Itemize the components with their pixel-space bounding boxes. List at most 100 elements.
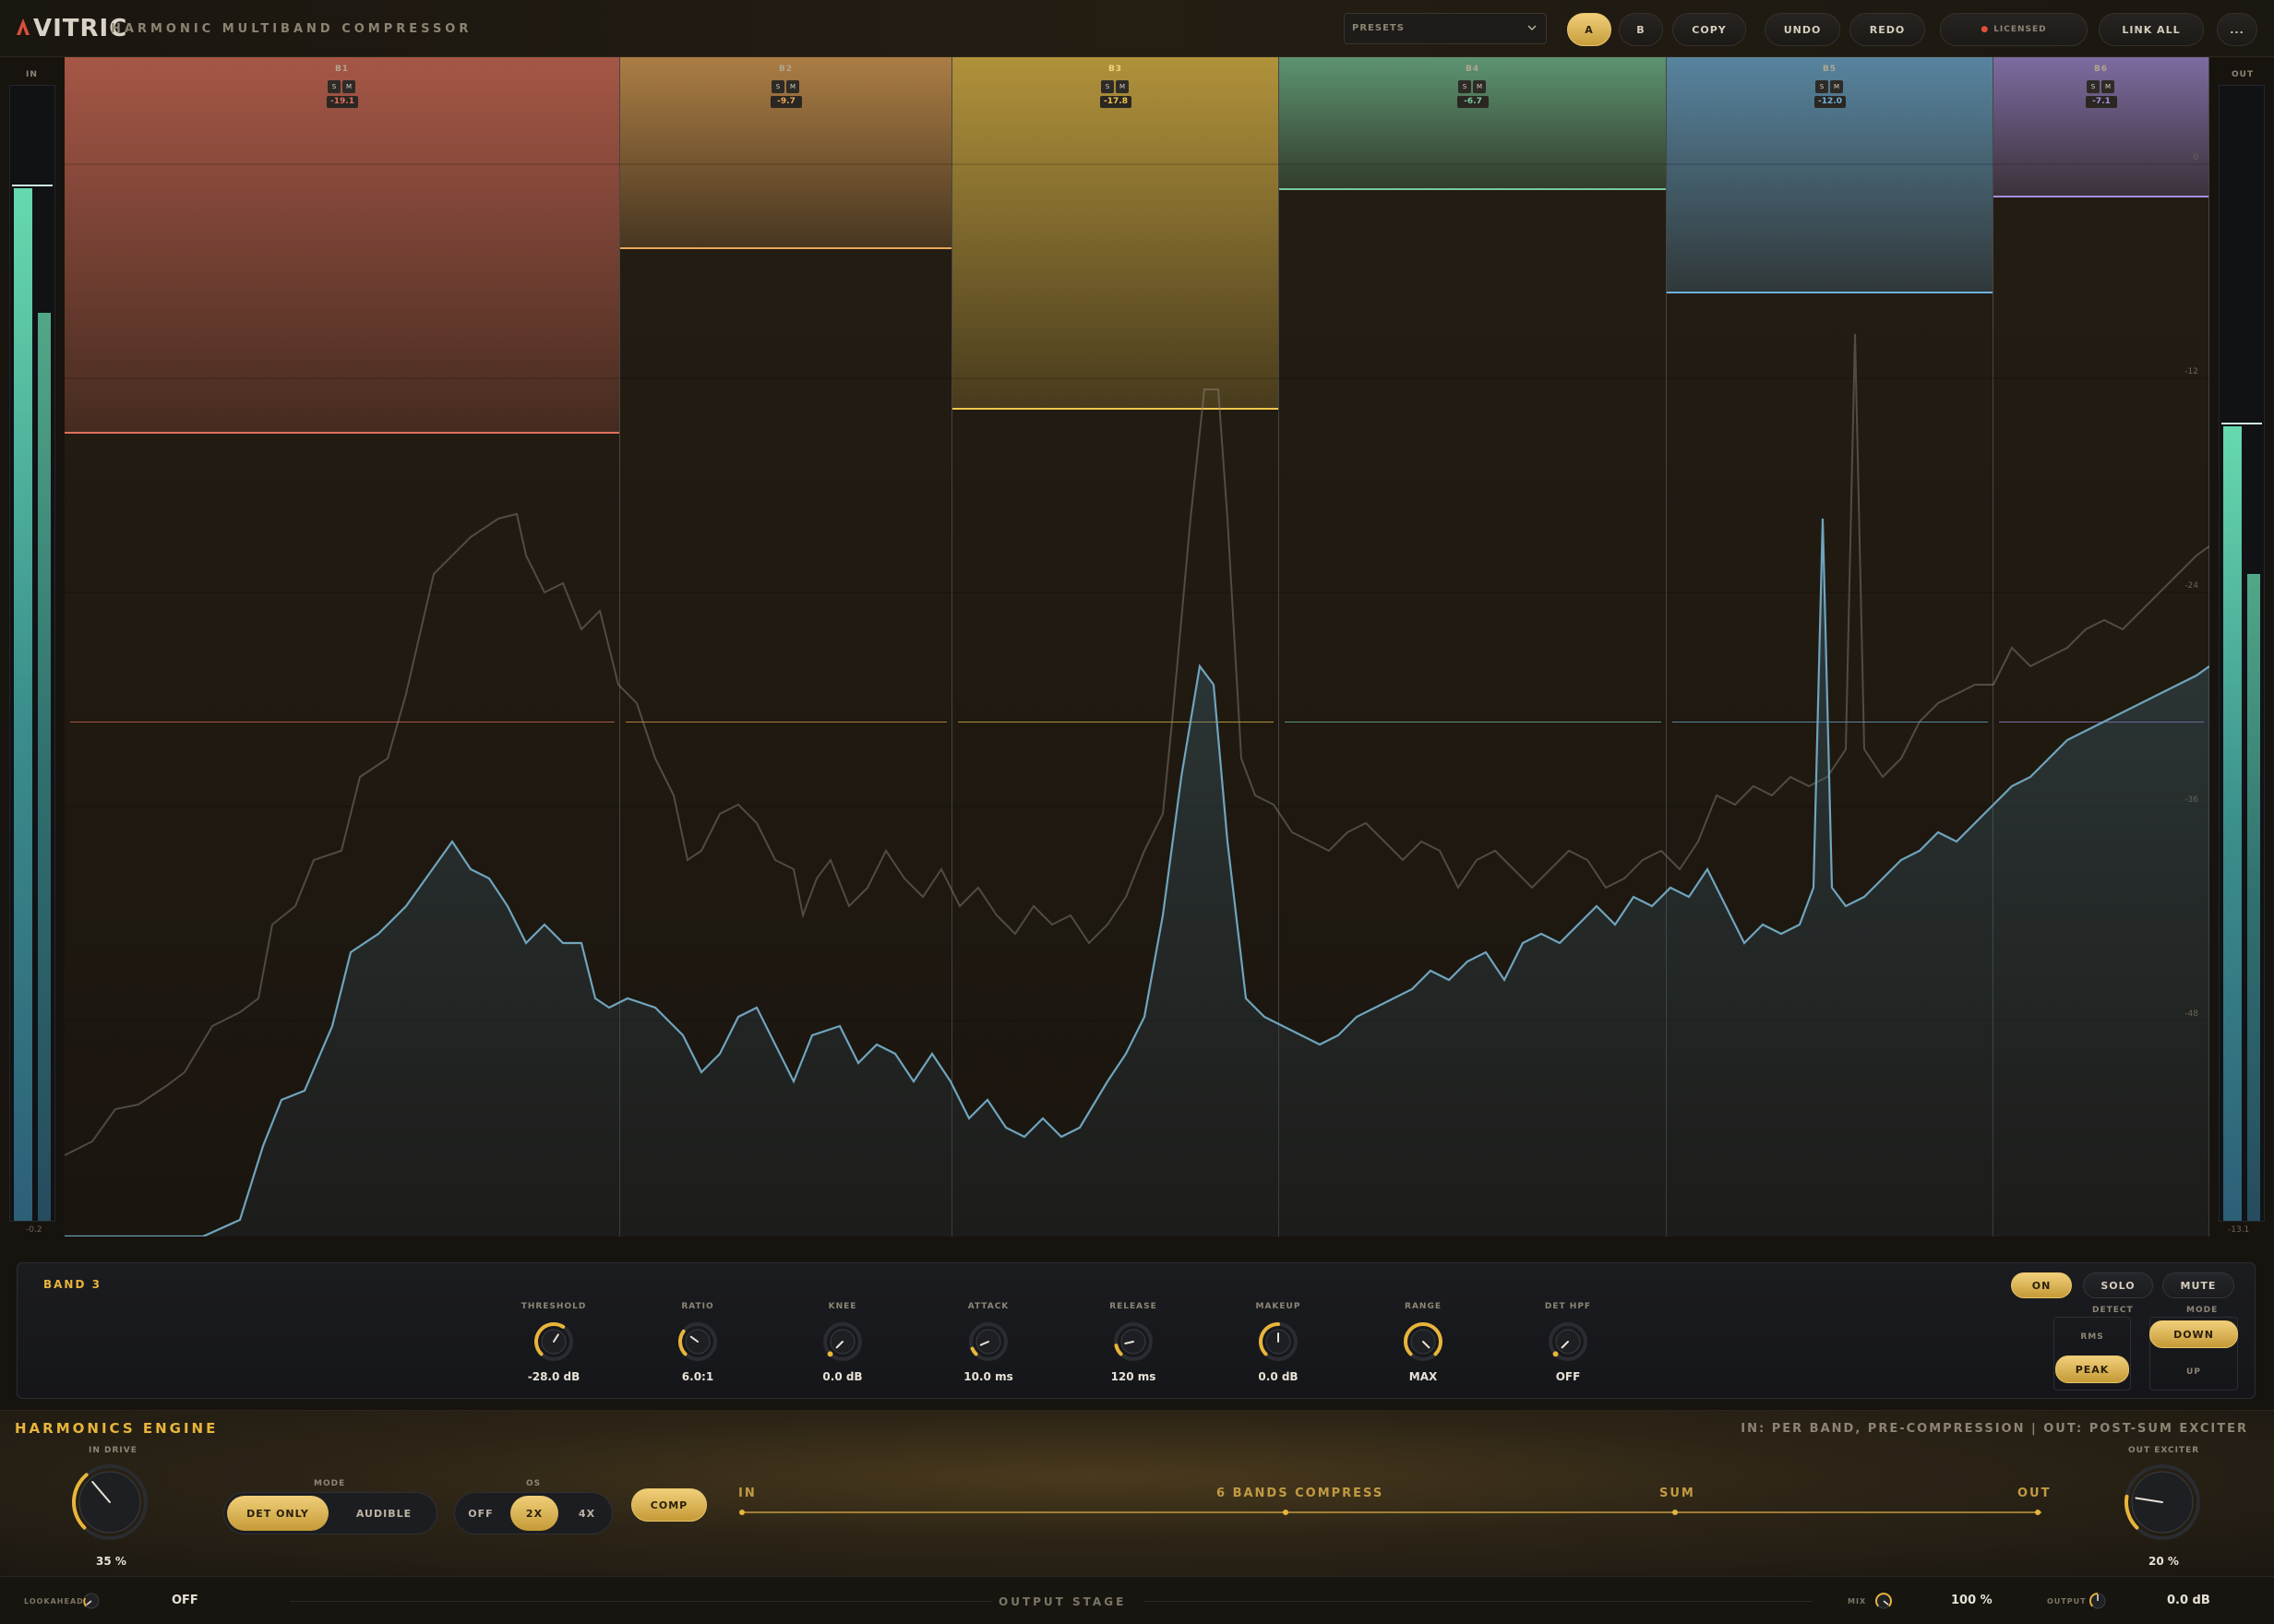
in-meter bbox=[9, 85, 55, 1222]
os-off-option[interactable]: OFF bbox=[458, 1496, 504, 1531]
detect-peak-button[interactable]: PEAK bbox=[2055, 1355, 2129, 1383]
spectrum-curves bbox=[65, 163, 2209, 1236]
knob-label: KNEE bbox=[828, 1302, 857, 1311]
presets-dropdown[interactable]: PRESETS bbox=[1344, 13, 1547, 44]
harm-mode-selector: DET ONLY AUDIBLE bbox=[223, 1492, 437, 1534]
band-mute-button[interactable]: MUTE bbox=[2162, 1272, 2234, 1298]
flow-compress-label: 6 BANDS COMPRESS bbox=[1216, 1487, 1384, 1500]
mix-label: MIX bbox=[1848, 1597, 1867, 1606]
knob-value: -28.0 dB bbox=[527, 1370, 580, 1383]
in-meter-label: IN bbox=[26, 70, 38, 79]
out-exciter-label: OUT EXCITER bbox=[2128, 1446, 2200, 1455]
flow-sum-node bbox=[1672, 1510, 1678, 1515]
out-meter-bar-left bbox=[2223, 426, 2242, 1221]
link-all-button[interactable]: LINK ALL bbox=[2099, 13, 2204, 46]
license-status[interactable]: ● LICENSED bbox=[1940, 13, 2088, 46]
knob-dial[interactable] bbox=[529, 1317, 579, 1367]
knob-value: MAX bbox=[1408, 1370, 1438, 1383]
output-stage: LOOKAHEAD OFF OUTPUT STAGE MIX 100 % OUT… bbox=[0, 1576, 2274, 1624]
knob-range[interactable]: RANGE MAX bbox=[1368, 1302, 1478, 1383]
divider-left bbox=[290, 1601, 991, 1602]
knob-value: 0.0 dB bbox=[1258, 1370, 1299, 1383]
out-meter-label: OUT bbox=[2232, 70, 2255, 79]
knob-label: THRESHOLD bbox=[521, 1302, 587, 1311]
mix-value: 100 % bbox=[1951, 1594, 1993, 1607]
knob-value: 6.0:1 bbox=[681, 1370, 714, 1383]
in-meter-bar-right bbox=[38, 313, 51, 1221]
undo-button[interactable]: UNDO bbox=[1765, 13, 1840, 46]
knob-ratio[interactable]: RATIO 6.0:1 bbox=[642, 1302, 753, 1383]
presets-label: PRESETS bbox=[1352, 23, 1405, 33]
signal-flow-line bbox=[739, 1510, 2041, 1515]
out-meter-bar-right bbox=[2247, 573, 2260, 1221]
harmonics-title: HARMONICS ENGINE bbox=[15, 1420, 219, 1437]
spectrum-display[interactable]: B1 S M -19.1 B2 S M -9.7 B3 S M -17.8 B4 S M -6.7 B5 S M -1… bbox=[65, 57, 2209, 1236]
os-4x-option[interactable]: 4X bbox=[564, 1496, 610, 1531]
knob-value: 0.0 dB bbox=[822, 1370, 863, 1383]
out-exciter-value: 20 % bbox=[2148, 1555, 2179, 1568]
knob-knee[interactable]: KNEE 0.0 dB bbox=[787, 1302, 898, 1383]
out-meter-peak-line bbox=[2221, 423, 2262, 424]
mode-down-button[interactable]: DOWN bbox=[2149, 1320, 2238, 1348]
in-drive-value: 35 % bbox=[96, 1555, 126, 1568]
knob-dial[interactable] bbox=[673, 1317, 723, 1367]
db-label: -24 bbox=[2184, 581, 2198, 591]
knob-attack[interactable]: ATTACK 10.0 ms bbox=[933, 1302, 1044, 1383]
comp-toggle-button[interactable]: COMP bbox=[631, 1488, 707, 1522]
os-selector: OFF 2X 4X bbox=[454, 1492, 613, 1534]
license-label: LICENSED bbox=[1993, 25, 2047, 34]
in-meter-value: -0.2 bbox=[26, 1225, 42, 1235]
knob-dial[interactable] bbox=[1253, 1317, 1303, 1367]
knob-label: RANGE bbox=[1405, 1302, 1442, 1311]
in-meter-bar-left bbox=[14, 187, 32, 1221]
knob-dial[interactable] bbox=[1398, 1317, 1448, 1367]
flow-out-label: OUT bbox=[2017, 1487, 2052, 1500]
out-meter bbox=[2219, 85, 2265, 1222]
knob-dial[interactable] bbox=[818, 1317, 868, 1367]
band-panel: BAND 3 THRESHOLD -28.0 dB RATIO 6.0:1 KNEE 0.… bbox=[17, 1262, 2256, 1399]
knob-label: ATTACK bbox=[967, 1302, 1010, 1311]
knob-dial[interactable] bbox=[1108, 1317, 1158, 1367]
knob-dial[interactable] bbox=[1543, 1317, 1593, 1367]
knob-label: DET HPF bbox=[1544, 1302, 1592, 1311]
copy-button[interactable]: COPY bbox=[1672, 13, 1746, 46]
detect-label: DETECT bbox=[2092, 1306, 2134, 1315]
mode-up-button[interactable]: UP bbox=[2164, 1359, 2223, 1385]
harmonics-engine: HARMONICS ENGINE IN: PER BAND, PRE-COMPR… bbox=[0, 1410, 2274, 1576]
more-menu-button[interactable]: ... bbox=[2217, 13, 2257, 46]
compare-a-button[interactable]: A bbox=[1567, 13, 1611, 46]
out-exciter-knob[interactable] bbox=[2119, 1459, 2206, 1546]
knob-value: OFF bbox=[1555, 1370, 1581, 1383]
mix-knob[interactable] bbox=[1873, 1591, 1894, 1611]
knob-dial[interactable] bbox=[963, 1317, 1013, 1367]
license-dot-icon: ● bbox=[1981, 25, 1990, 34]
db-label: -36 bbox=[2184, 795, 2198, 805]
db-label: -12 bbox=[2184, 367, 2198, 376]
flow-out-node bbox=[2035, 1510, 2041, 1515]
knob-threshold[interactable]: THRESHOLD -28.0 dB bbox=[498, 1302, 609, 1383]
knob-value: 10.0 ms bbox=[963, 1370, 1013, 1383]
lookahead-knob[interactable] bbox=[81, 1591, 102, 1611]
flow-sum-label: SUM bbox=[1659, 1487, 1695, 1500]
os-2x-option[interactable]: 2X bbox=[510, 1496, 558, 1531]
knob-det-hpf[interactable]: DET HPF OFF bbox=[1513, 1302, 1623, 1383]
in-drive-knob[interactable] bbox=[66, 1459, 153, 1546]
harm-mode-audible[interactable]: AUDIBLE bbox=[333, 1496, 435, 1531]
output-spectrum-fill bbox=[65, 519, 2209, 1236]
harm-mode-det-only[interactable]: DET ONLY bbox=[227, 1496, 329, 1531]
band-on-button[interactable]: ON bbox=[2011, 1272, 2072, 1298]
knob-label: RELEASE bbox=[1109, 1302, 1157, 1311]
output-label: OUTPUT bbox=[2047, 1597, 2087, 1606]
knob-release[interactable]: RELEASE 120 ms bbox=[1078, 1302, 1189, 1383]
in-meter-peak-line bbox=[12, 184, 53, 186]
detect-rms-button[interactable]: RMS bbox=[2063, 1324, 2122, 1350]
band-solo-button[interactable]: SOLO bbox=[2083, 1272, 2153, 1298]
knob-label: MAKEUP bbox=[1255, 1302, 1301, 1311]
compare-b-button[interactable]: B bbox=[1619, 13, 1663, 46]
mode-label: MODE bbox=[2186, 1306, 2219, 1315]
knob-makeup[interactable]: MAKEUP 0.0 dB bbox=[1223, 1302, 1334, 1383]
redo-button[interactable]: REDO bbox=[1849, 13, 1925, 46]
chevron-down-icon bbox=[1527, 25, 1537, 31]
output-knob[interactable] bbox=[2088, 1591, 2108, 1611]
output-value: 0.0 dB bbox=[2167, 1594, 2210, 1607]
